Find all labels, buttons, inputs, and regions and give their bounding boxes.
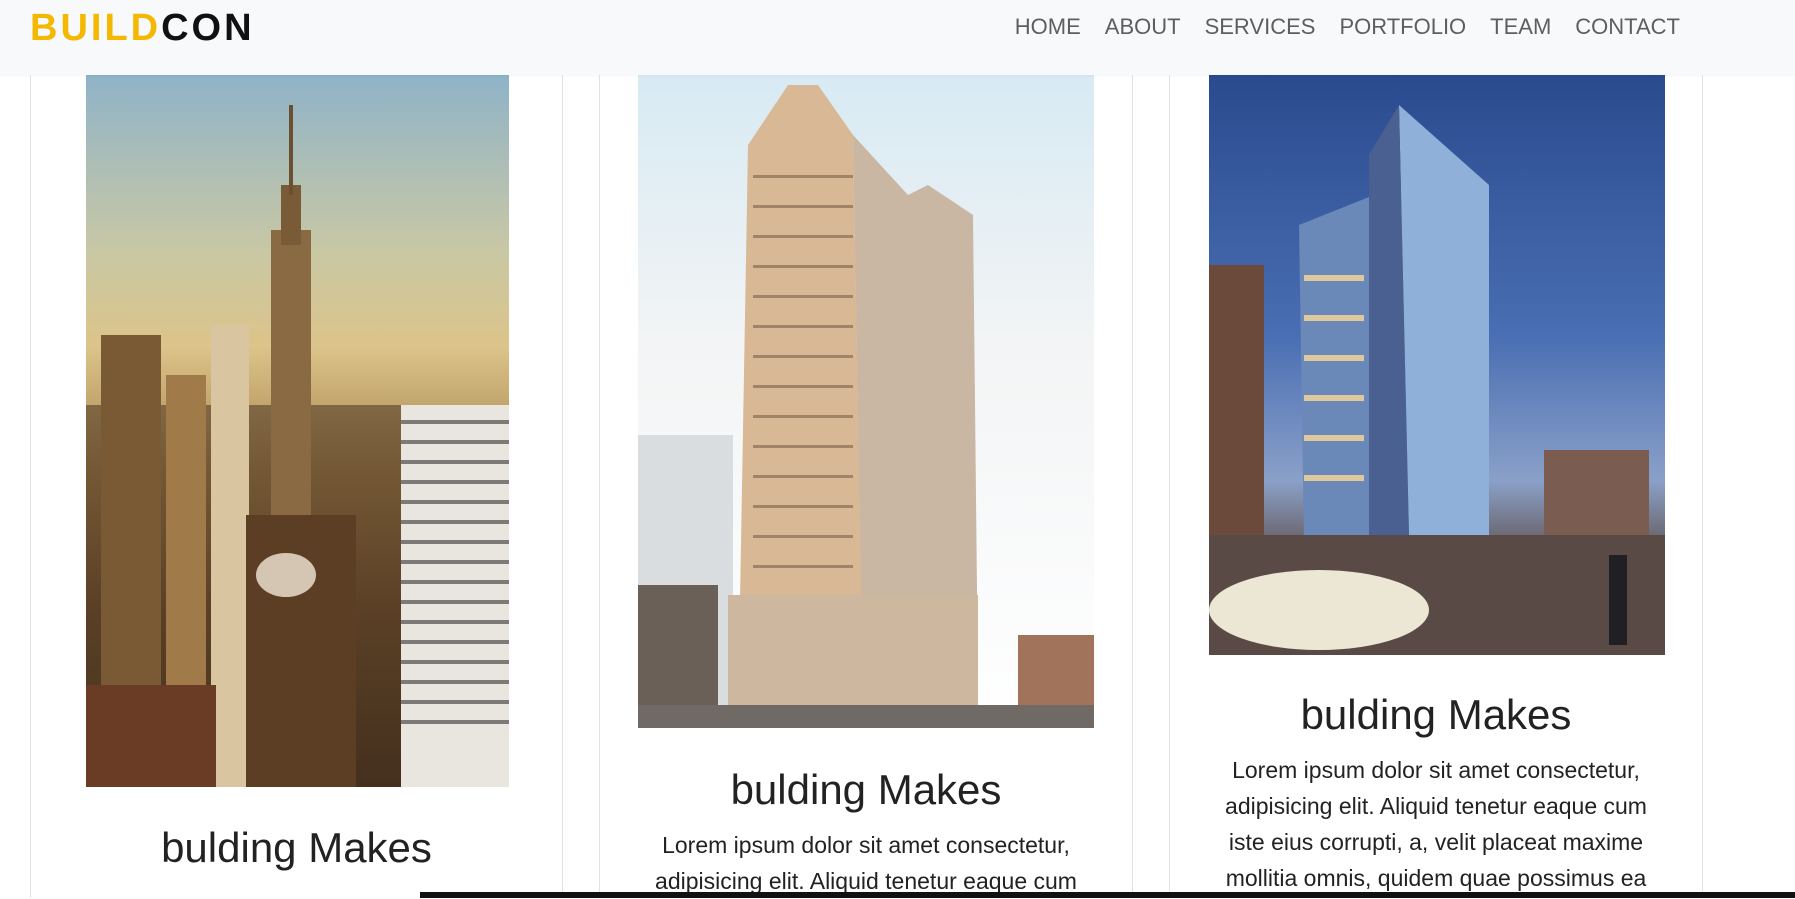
brand-part-build: BUILD — [30, 7, 162, 49]
modern-tower-illustration — [1209, 105, 1665, 655]
nav-item-about[interactable]: ABOUT — [1093, 14, 1193, 40]
building-image-tower — [638, 75, 1094, 728]
nav-item-home[interactable]: HOME — [1003, 14, 1093, 40]
nav-item-services[interactable]: SERVICES — [1193, 14, 1328, 40]
card-title: bulding Makes — [730, 766, 1002, 813]
nav-item-team[interactable]: TEAM — [1478, 14, 1563, 40]
nav-item-contact[interactable]: CONTACT — [1563, 14, 1692, 40]
card-text: Lorem ipsum dolor sit amet consectetur, … — [1225, 757, 1647, 891]
building-card-3: bulding Makes Lorem ipsum dolor sit amet… — [1169, 0, 1703, 898]
building-image-modern — [1209, 75, 1665, 655]
bottom-scroll-edge — [420, 892, 1795, 898]
nav-menu: HOME ABOUT SERVICES PORTFOLIO TEAM CONTA… — [1003, 14, 1692, 40]
building-card-2: bulding Makes Lorem ipsum dolor sit amet… — [599, 0, 1133, 898]
skyline-illustration — [86, 105, 509, 787]
card-title: bulding Makes — [1300, 691, 1572, 738]
card-title: bulding Makes — [161, 824, 432, 871]
tower-illustration — [638, 85, 1094, 728]
brand-part-con: CON — [161, 7, 255, 49]
building-card-1: bulding Makes — [30, 0, 563, 898]
top-navbar: BUILDCON HOME ABOUT SERVICES PORTFOLIO T… — [0, 0, 1795, 75]
building-image-skyline — [86, 75, 509, 787]
brand-logo[interactable]: BUILDCON — [30, 6, 255, 50]
card-text: Lorem ipsum dolor sit amet consectetur, … — [655, 832, 1077, 894]
nav-item-portfolio[interactable]: PORTFOLIO — [1327, 14, 1478, 40]
